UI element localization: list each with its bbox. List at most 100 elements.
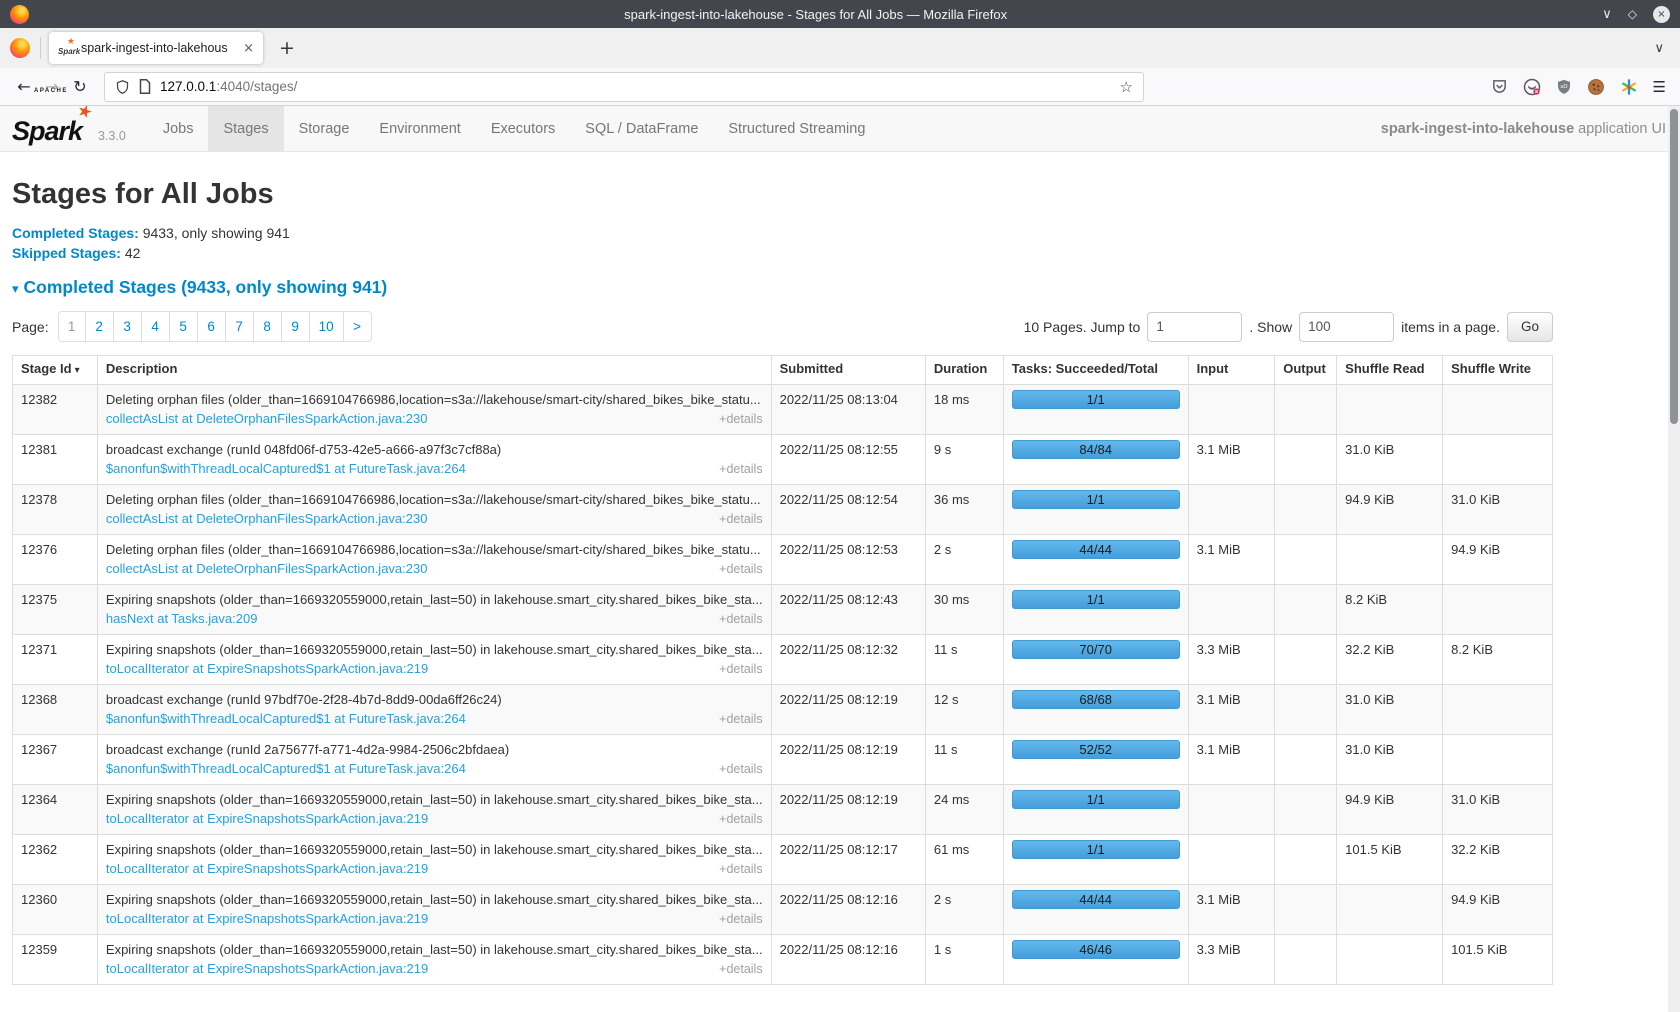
tab-close-icon[interactable]: × <box>243 41 254 56</box>
scrollbar-track[interactable] <box>1668 106 1680 1012</box>
details-toggle[interactable]: +details <box>719 860 762 879</box>
nav-item-executors[interactable]: Executors <box>476 106 570 151</box>
completed-stages-section-header[interactable]: ▾Completed Stages (9433, only showing 94… <box>12 277 1553 298</box>
nav-item-jobs[interactable]: Jobs <box>148 106 209 151</box>
shuffle-read-cell: 31.0 KiB <box>1337 685 1443 735</box>
stage-description: Deleting orphan files (older_than=166910… <box>106 390 763 409</box>
shuffle-write-cell: 31.0 KiB <box>1443 785 1553 835</box>
stage-detail-link[interactable]: toLocalIterator at ExpireSnapshotsSparkA… <box>106 859 428 878</box>
stage-detail-link[interactable]: toLocalIterator at ExpireSnapshotsSparkA… <box>106 659 428 678</box>
page-button-10[interactable]: 10 <box>310 311 344 342</box>
stage-detail-link[interactable]: collectAsList at DeleteOrphanFilesSparkA… <box>106 409 428 428</box>
col-duration[interactable]: Duration <box>925 356 1003 385</box>
addon-asterisk-icon[interactable] <box>1620 78 1638 96</box>
new-tab-button[interactable]: + <box>279 37 295 59</box>
submitted-cell: 2022/11/25 08:12:43 <box>771 585 925 635</box>
details-toggle[interactable]: +details <box>719 910 762 929</box>
page-button-1[interactable]: 1 <box>58 311 86 342</box>
pager-info-before: 10 Pages. Jump to <box>1024 319 1141 335</box>
duration-cell: 9 s <box>925 435 1003 485</box>
nav-item-environment[interactable]: Environment <box>364 106 475 151</box>
description-cell: Expiring snapshots (older_than=166932055… <box>97 635 771 685</box>
page-button-3[interactable]: 3 <box>114 311 142 342</box>
col-input[interactable]: Input <box>1188 356 1275 385</box>
page-button-9[interactable]: 9 <box>282 311 310 342</box>
submitted-cell: 2022/11/25 08:12:16 <box>771 885 925 935</box>
close-icon[interactable]: × <box>1653 6 1670 23</box>
page-button-8[interactable]: 8 <box>254 311 282 342</box>
jump-to-page-input[interactable] <box>1147 312 1242 342</box>
details-toggle[interactable]: +details <box>719 660 762 679</box>
details-toggle[interactable]: +details <box>719 710 762 729</box>
stage-detail-link[interactable]: toLocalIterator at ExpireSnapshotsSparkA… <box>106 909 428 928</box>
minimize-icon[interactable]: ∨ <box>1602 7 1612 22</box>
page-button-6[interactable]: 6 <box>198 311 226 342</box>
reload-button[interactable]: ↻ <box>66 77 94 96</box>
address-bar[interactable]: 127.0.0.1:4040/stages/ ☆ <box>104 72 1144 102</box>
completed-stages-link[interactable]: Completed Stages: <box>12 225 139 241</box>
nav-item-structured-streaming[interactable]: Structured Streaming <box>713 106 880 151</box>
duration-cell: 12 s <box>925 685 1003 735</box>
details-toggle[interactable]: +details <box>719 460 762 479</box>
ublock-origin-icon[interactable]: uO <box>1556 78 1572 95</box>
maximize-icon[interactable]: ◇ <box>1628 7 1637 21</box>
stage-detail-link[interactable]: $anonfun$withThreadLocalCaptured$1 at Fu… <box>106 459 466 478</box>
page-button-2[interactable]: 2 <box>86 311 114 342</box>
shuffle-write-cell: 94.9 KiB <box>1443 535 1553 585</box>
shuffle-write-cell <box>1443 385 1553 435</box>
nav-item-sql-dataframe[interactable]: SQL / DataFrame <box>570 106 713 151</box>
browser-tab[interactable]: ★ Spark spark-ingest-into-lakehous × <box>49 32 263 64</box>
col-output[interactable]: Output <box>1275 356 1337 385</box>
input-cell <box>1188 835 1275 885</box>
details-toggle[interactable]: +details <box>719 410 762 429</box>
page-button-7[interactable]: 7 <box>226 311 254 342</box>
col-stage-id[interactable]: Stage Id▾ <box>13 356 98 385</box>
page-button-5[interactable]: 5 <box>170 311 198 342</box>
stage-detail-link[interactable]: collectAsList at DeleteOrphanFilesSparkA… <box>106 559 428 578</box>
items-per-page-input[interactable] <box>1299 312 1394 342</box>
page-info-icon[interactable] <box>139 79 151 94</box>
col-tasks[interactable]: Tasks: Succeeded/Total <box>1003 356 1188 385</box>
nav-item-stages[interactable]: Stages <box>208 106 283 151</box>
page-button-next[interactable]: > <box>344 311 372 342</box>
shuffle-read-cell: 94.9 KiB <box>1337 485 1443 535</box>
list-all-tabs-icon[interactable]: ∨ <box>1654 41 1664 56</box>
tasks-progress-bar: 1/1 <box>1012 790 1180 809</box>
col-shuffle-write[interactable]: Shuffle Write <box>1443 356 1553 385</box>
stage-detail-link[interactable]: toLocalIterator at ExpireSnapshotsSparkA… <box>106 809 428 828</box>
stage-detail-link[interactable]: $anonfun$withThreadLocalCaptured$1 at Fu… <box>106 759 466 778</box>
duration-cell: 61 ms <box>925 835 1003 885</box>
input-cell <box>1188 785 1275 835</box>
go-button[interactable]: Go <box>1507 312 1553 342</box>
stage-detail-link[interactable]: $anonfun$withThreadLocalCaptured$1 at Fu… <box>106 709 466 728</box>
shield-icon[interactable] <box>115 79 130 95</box>
stage-detail-link[interactable]: collectAsList at DeleteOrphanFilesSparkA… <box>106 509 428 528</box>
pocket-icon[interactable] <box>1491 78 1508 95</box>
details-toggle[interactable]: +details <box>719 560 762 579</box>
details-toggle[interactable]: +details <box>719 610 762 629</box>
stage-detail-link[interactable]: hasNext at Tasks.java:209 <box>106 609 258 628</box>
pagination-row: Page: 1 2 3 4 5 6 7 8 9 10 > 10 Pages. J… <box>12 311 1553 342</box>
col-submitted[interactable]: Submitted <box>771 356 925 385</box>
spark-logo[interactable]: APACHE Spark ★ 3.3.0 <box>12 106 126 151</box>
page-button-4[interactable]: 4 <box>142 311 170 342</box>
details-toggle[interactable]: +details <box>719 760 762 779</box>
output-cell <box>1275 385 1337 435</box>
stage-id-cell: 12368 <box>13 685 98 735</box>
stage-detail-link[interactable]: toLocalIterator at ExpireSnapshotsSparkA… <box>106 959 428 978</box>
details-toggle[interactable]: +details <box>719 810 762 829</box>
cookie-extension-icon[interactable] <box>1587 78 1605 96</box>
col-shuffle-read[interactable]: Shuffle Read <box>1337 356 1443 385</box>
stage-description: broadcast exchange (runId 2a75677f-a771-… <box>106 740 763 759</box>
col-description[interactable]: Description <box>97 356 771 385</box>
skipped-stages-link[interactable]: Skipped Stages: <box>12 245 121 261</box>
menu-icon[interactable]: ☰ <box>1653 78 1666 96</box>
details-toggle[interactable]: +details <box>719 960 762 979</box>
bookmark-star-icon[interactable]: ☆ <box>1120 78 1133 96</box>
description-cell: Expiring snapshots (older_than=166932055… <box>97 835 771 885</box>
nav-item-storage[interactable]: Storage <box>284 106 365 151</box>
account-icon[interactable] <box>1523 78 1541 96</box>
scrollbar-thumb[interactable] <box>1670 109 1678 424</box>
details-toggle[interactable]: +details <box>719 510 762 529</box>
stage-description: broadcast exchange (runId 048fd06f-d753-… <box>106 440 763 459</box>
